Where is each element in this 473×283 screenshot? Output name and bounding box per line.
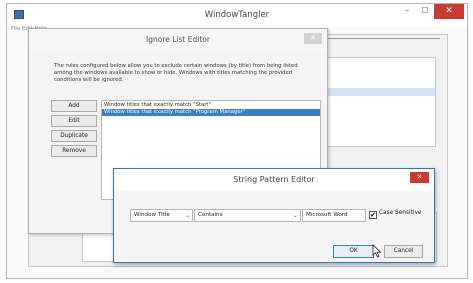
add-button[interactable]: Add xyxy=(51,100,97,112)
match-type-value: Contains xyxy=(198,212,223,218)
case-sensitive-label[interactable]: Case Sensitive xyxy=(379,210,421,216)
close-button[interactable]: ✕ xyxy=(434,4,464,19)
ignore-dialog-title: Ignore List Editor xyxy=(146,35,210,44)
pattern-dialog-title: String Pattern Editor xyxy=(233,175,315,184)
list-item[interactable]: Window titles that exactly match "Start" xyxy=(102,102,320,109)
list-item-selected[interactable]: Window titles that exactly match "Progra… xyxy=(102,109,320,116)
field-select[interactable]: Window Title ⌄ xyxy=(130,209,193,222)
chevron-down-icon: ⌄ xyxy=(292,212,298,219)
pattern-input[interactable]: Microsoft Word xyxy=(302,209,366,222)
maximize-button[interactable]: ☐ xyxy=(416,4,434,19)
cancel-button[interactable]: Cancel xyxy=(384,245,423,258)
ignore-dialog-description: The rules configured below allow you to … xyxy=(54,63,298,83)
case-sensitive-checkbox[interactable]: ✔ xyxy=(369,211,377,219)
string-pattern-editor-dialog: String Pattern Editor ✕ Window Title ⌄ C… xyxy=(113,168,435,263)
match-type-select[interactable]: Contains ⌄ xyxy=(194,209,301,222)
ok-button[interactable]: OK xyxy=(333,245,374,258)
minimize-button[interactable]: – xyxy=(398,4,416,19)
duplicate-button[interactable]: Duplicate xyxy=(51,130,97,142)
field-select-value: Window Title xyxy=(134,212,170,218)
pattern-dialog-close-button[interactable]: ✕ xyxy=(410,172,429,183)
edit-button[interactable]: Edit xyxy=(51,115,97,127)
chevron-down-icon: ⌄ xyxy=(184,212,190,219)
mouse-cursor-icon xyxy=(372,244,382,258)
remove-button[interactable]: Remove xyxy=(51,145,97,157)
ignore-dialog-close-button[interactable]: ✕ xyxy=(304,33,322,44)
